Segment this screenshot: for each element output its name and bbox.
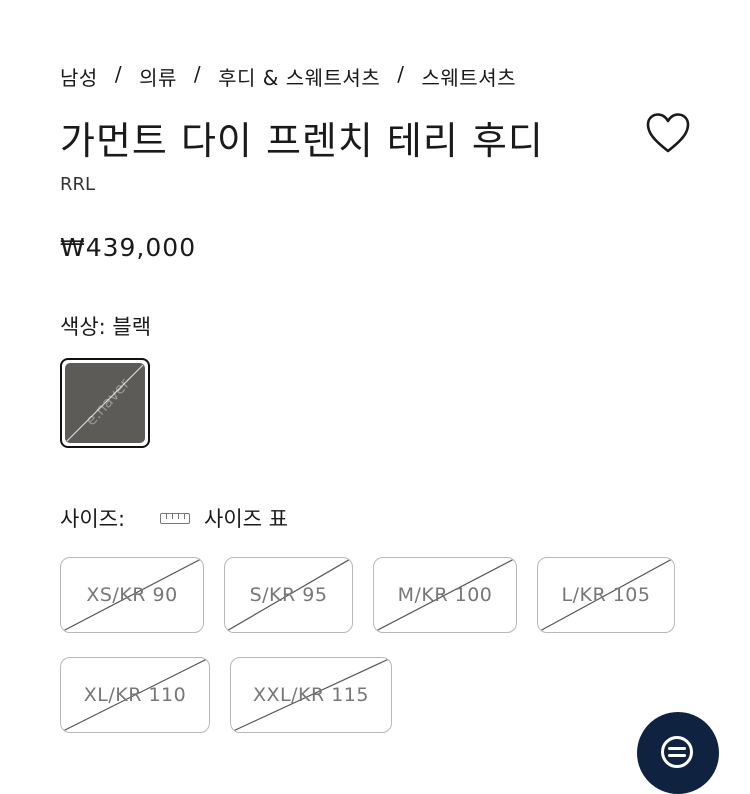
size-option-l[interactable]: L/KR 105 (537, 557, 675, 633)
size-option-label: XL/KR 110 (83, 684, 187, 706)
size-label: 사이즈: (60, 507, 126, 531)
chat-icon (661, 736, 693, 768)
breadcrumb-separator: / (193, 62, 202, 86)
size-option-m[interactable]: M/KR 100 (373, 557, 517, 633)
size-option-label: S/KR 95 (249, 584, 328, 606)
size-chart-label: 사이즈 표 (204, 507, 288, 531)
breadcrumb-item-sweatshirts[interactable]: 스웨트셔츠 (422, 62, 517, 91)
product-title: 가먼트 다이 프렌치 테리 후디 (60, 119, 544, 163)
breadcrumb: 남성 / 의류 / 후디 & 스웨트셔츠 / 스웨트셔츠 (60, 62, 516, 91)
heart-icon[interactable] (644, 111, 692, 155)
product-price: ₩439,000 (60, 233, 197, 262)
size-option-label: XS/KR 90 (86, 584, 178, 606)
ruler-icon (160, 512, 190, 524)
breadcrumb-separator: / (114, 62, 123, 86)
size-option-xxl[interactable]: XXL/KR 115 (230, 657, 392, 733)
size-chart-link[interactable]: 사이즈 표 (160, 503, 288, 533)
brand-name[interactable]: RRL (60, 174, 95, 195)
size-option-label: M/KR 100 (397, 584, 493, 606)
breadcrumb-item-men[interactable]: 남성 (60, 62, 98, 91)
color-swatch-black[interactable]: e.naver (60, 358, 150, 448)
size-option-s[interactable]: S/KR 95 (224, 557, 353, 633)
breadcrumb-item-hoodies[interactable]: 후디 & 스웨트셔츠 (218, 62, 380, 91)
size-option-xl[interactable]: XL/KR 110 (60, 657, 210, 733)
size-option-xs[interactable]: XS/KR 90 (60, 557, 204, 633)
chat-icon-line (668, 754, 686, 757)
breadcrumb-separator: / (397, 62, 405, 86)
chat-icon-line (668, 747, 686, 750)
size-option-label: XXL/KR 115 (253, 684, 369, 706)
color-label: 색상: 블랙 (60, 315, 152, 339)
breadcrumb-item-clothing[interactable]: 의류 (139, 62, 177, 91)
chat-button[interactable] (637, 712, 719, 794)
size-option-label: L/KR 105 (561, 584, 651, 606)
swatch-fill: e.naver (65, 363, 145, 443)
